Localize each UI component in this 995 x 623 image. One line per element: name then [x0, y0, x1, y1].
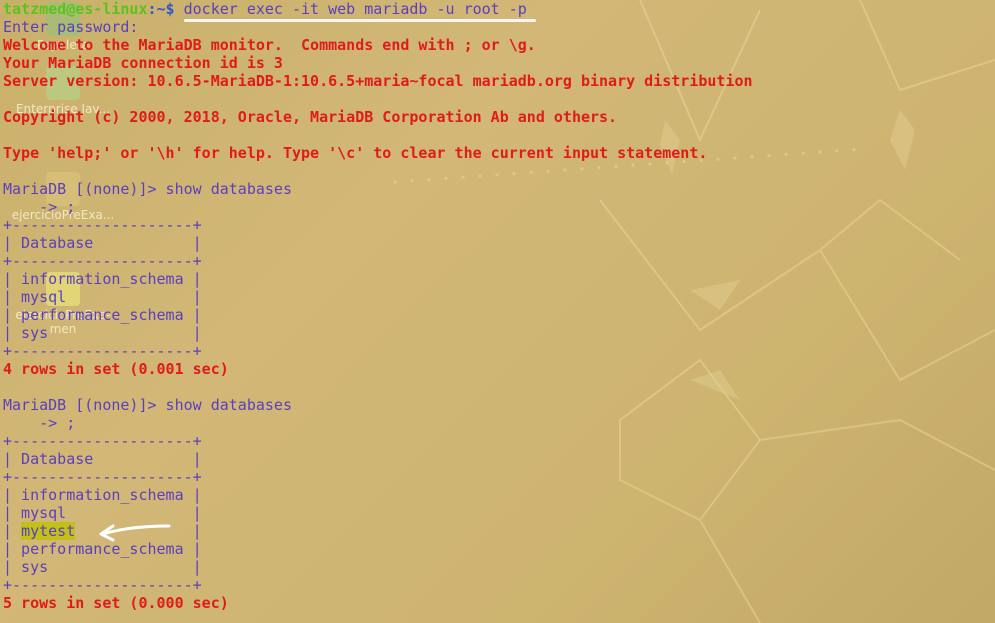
table-border: +--------------------+: [3, 252, 202, 270]
command-text: docker exec -it web mariadb -u root -p: [183, 0, 527, 18]
prompt-path: :~$: [147, 0, 184, 18]
help-line: Type 'help;' or '\h' for help. Type '\c'…: [3, 144, 708, 162]
query-prompt-2: MariaDB [(none)]> show databases: [3, 396, 292, 414]
result-count-1: 4 rows in set (0.001 sec): [3, 360, 229, 378]
table-border: +--------------------+: [3, 468, 202, 486]
table-row: | mysql |: [3, 288, 202, 306]
table-row: | performance_schema |: [3, 306, 202, 324]
table-row: | sys |: [3, 558, 202, 576]
table-border: +--------------------+: [3, 342, 202, 360]
continuation-line-1: -> ;: [3, 198, 76, 216]
table-header: | Database |: [3, 450, 202, 468]
table-border: +--------------------+: [3, 576, 202, 594]
table-header: | Database |: [3, 234, 202, 252]
arrow-annotation-icon: [99, 524, 171, 542]
row-prefix: |: [3, 522, 22, 540]
table-border: +--------------------+: [3, 216, 202, 234]
command-underline-annotation: [184, 19, 536, 22]
copyright-line: Copyright (c) 2000, 2018, Oracle, MariaD…: [3, 108, 618, 126]
welcome-line: Welcome to the MariaDB monitor. Commands…: [3, 36, 536, 54]
query-prompt-1: MariaDB [(none)]> show databases: [3, 180, 292, 198]
prompt-line: tatzmed@es-linux:~$ docker exec -it web …: [3, 0, 995, 18]
prompt-user: tatzmed@es-linux: [3, 0, 148, 18]
connection-id-line: Your MariaDB connection id is 3: [3, 54, 283, 72]
table-row: | information_schema |: [3, 270, 202, 288]
highlighted-mytest: mytest: [21, 522, 76, 540]
server-version-line: Server version: 10.6.5-MariaDB-1:10.6.5+…: [3, 72, 753, 90]
table-border: +--------------------+: [3, 432, 202, 450]
table-row: | sys |: [3, 324, 202, 342]
continuation-line-2: -> ;: [3, 414, 76, 432]
result-count-2: 5 rows in set (0.000 sec): [3, 594, 229, 612]
table-row: | information_schema |: [3, 486, 202, 504]
